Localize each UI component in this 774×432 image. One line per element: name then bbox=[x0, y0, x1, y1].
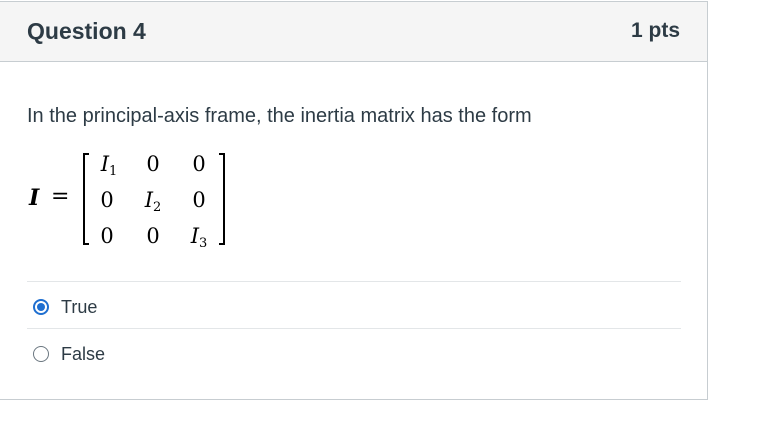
answer-label: True bbox=[61, 296, 98, 317]
answer-divider bbox=[27, 281, 681, 282]
equals-sign: = bbox=[51, 184, 70, 209]
matrix-cell: 0 bbox=[192, 188, 206, 212]
matrix-right-bracket bbox=[219, 153, 225, 245]
matrix-cell: 0 bbox=[192, 152, 206, 176]
matrix-cell: I1 bbox=[100, 152, 118, 179]
answer-divider bbox=[27, 328, 681, 329]
matrix-cell: 0 bbox=[146, 152, 160, 176]
radio-unselected-icon[interactable] bbox=[33, 346, 49, 362]
matrix-cell: 0 bbox=[146, 224, 160, 248]
question-text: In the principal-axis frame, the inertia… bbox=[27, 105, 532, 127]
matrix-cell: I2 bbox=[144, 188, 162, 215]
matrix-cell: 0 bbox=[100, 188, 114, 212]
question-points: 1 pts bbox=[630, 19, 680, 42]
matrix-cell: 0 bbox=[100, 224, 114, 248]
question-header: Question 4 1 pts bbox=[0, 2, 707, 62]
question-card: Question 4 1 pts In the principal-axis f… bbox=[0, 1, 708, 400]
question-title: Question 4 bbox=[27, 18, 146, 44]
radio-selected-icon[interactable] bbox=[33, 299, 49, 315]
inertia-matrix-equation: I = I1 0 0 0 I2 0 0 0 I3 bbox=[27, 150, 257, 251]
answer-option-false[interactable]: False bbox=[33, 341, 105, 367]
answer-label: False bbox=[61, 343, 106, 364]
answer-option-true[interactable]: True bbox=[33, 294, 97, 320]
matrix-cell: I3 bbox=[190, 224, 208, 251]
equation-variable: I bbox=[29, 185, 40, 211]
